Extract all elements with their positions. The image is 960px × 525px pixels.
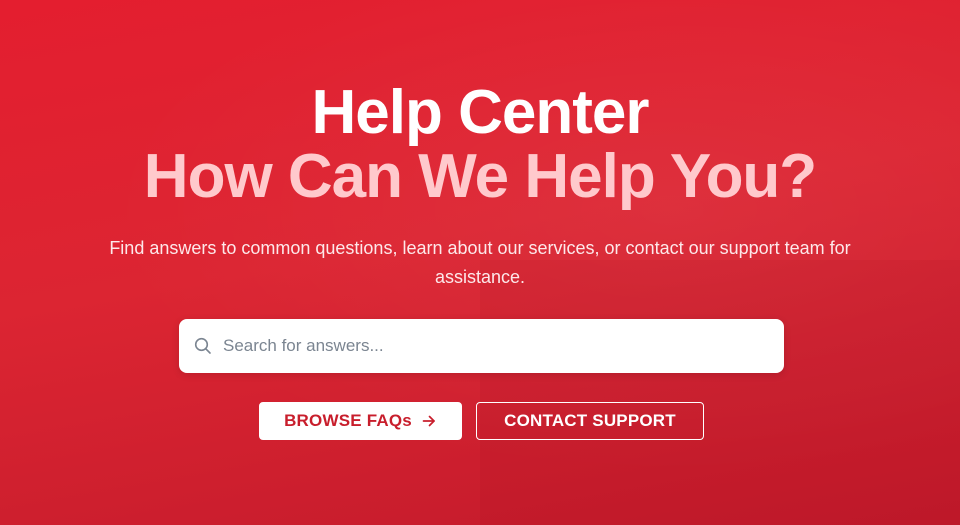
contact-support-label: CONTACT SUPPORT	[504, 411, 676, 430]
page-title: Help Center	[311, 78, 650, 147]
help-center-hero: Help Center How Can We Help You? Find an…	[0, 0, 960, 525]
search-input[interactable]	[223, 326, 784, 366]
search-icon	[193, 336, 213, 356]
search-bar[interactable]	[179, 319, 784, 373]
page-description: Find answers to common questions, learn …	[109, 238, 851, 287]
contact-support-button[interactable]: CONTACT SUPPORT	[476, 402, 704, 440]
browse-faqs-button[interactable]: BROWSE FAQs	[259, 402, 462, 440]
page-subtitle: How Can We Help You?	[143, 142, 817, 211]
arrow-right-icon	[421, 413, 437, 429]
browse-faqs-label: BROWSE FAQs	[284, 411, 412, 430]
